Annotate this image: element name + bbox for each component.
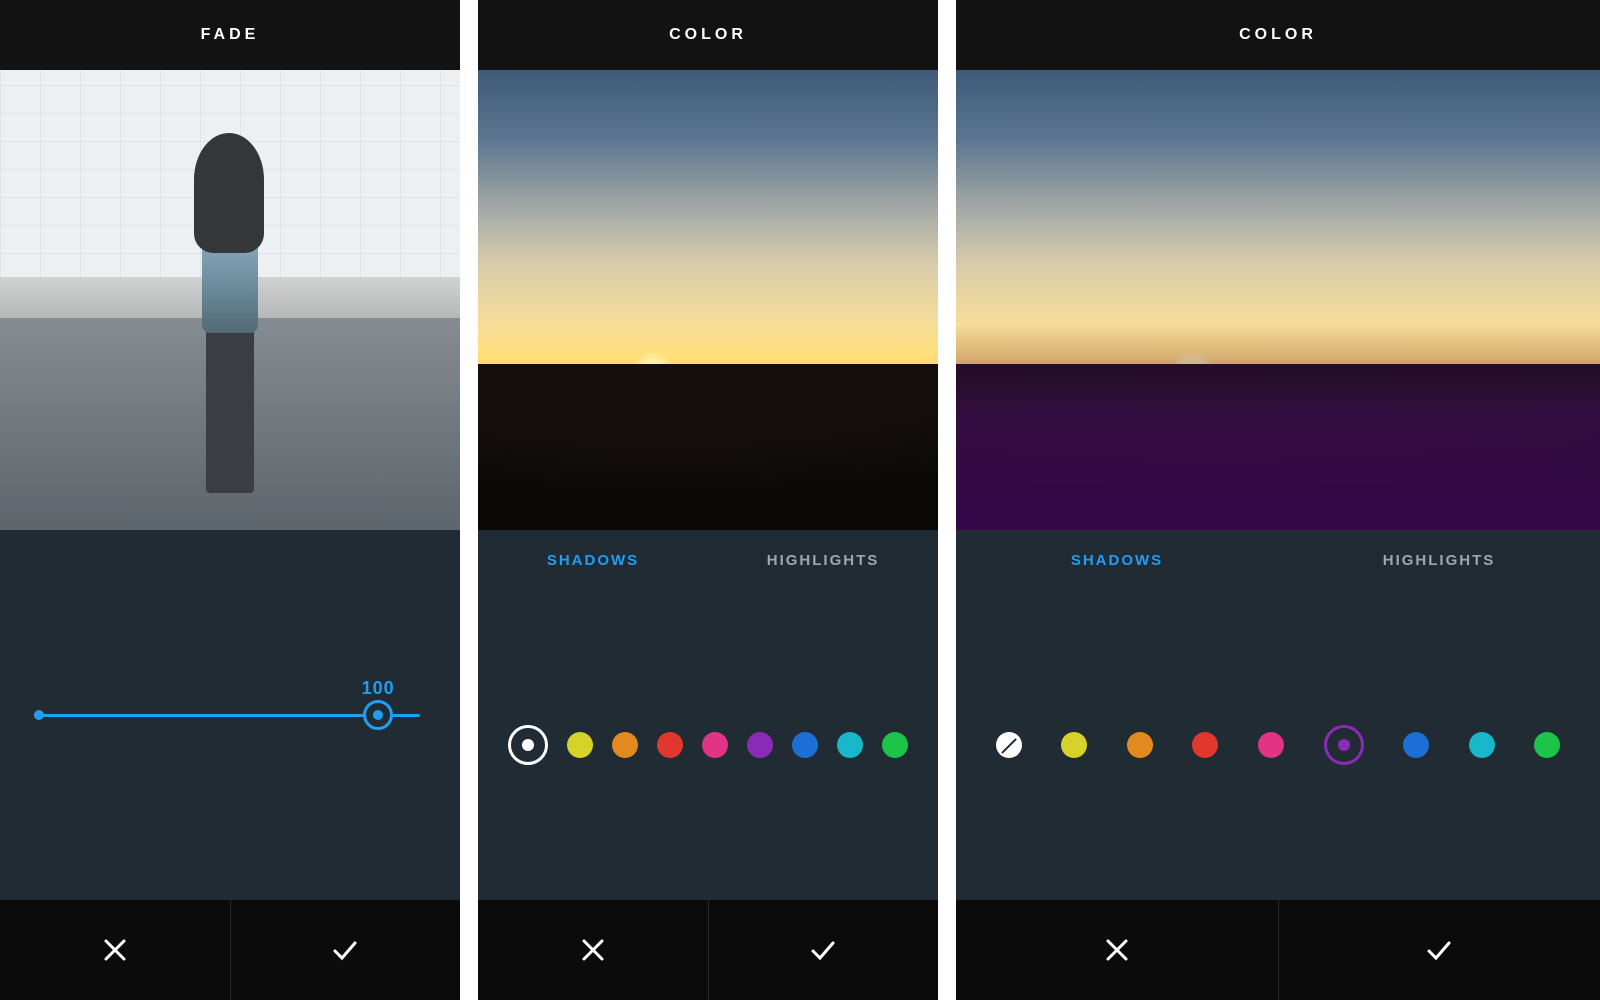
color-swatch-orange[interactable] xyxy=(1127,732,1153,758)
shadow-highlight-tabs: SHADOWS HIGHLIGHTS xyxy=(956,530,1600,590)
color-swatch-cyan[interactable] xyxy=(1469,732,1495,758)
close-icon xyxy=(1103,936,1131,964)
swatch-inner-dot-icon xyxy=(522,739,534,751)
header-title: COLOR xyxy=(956,0,1600,70)
color-swatches xyxy=(478,590,938,900)
color-swatch-cyan[interactable] xyxy=(837,732,863,758)
swatch-inner-dot-icon xyxy=(1338,739,1350,751)
photo-preview[interactable] xyxy=(0,70,460,530)
screen-color-purple: COLOR SHADOWS HIGHLIGHTS xyxy=(956,0,1600,1000)
color-controls: SHADOWS HIGHLIGHTS xyxy=(956,530,1600,900)
confirm-button[interactable] xyxy=(1279,900,1600,1000)
close-icon xyxy=(101,936,129,964)
hill-silhouette xyxy=(478,364,938,530)
confirm-button[interactable] xyxy=(231,900,461,1000)
color-swatch-yellow[interactable] xyxy=(567,732,593,758)
color-swatch-purple[interactable] xyxy=(747,732,773,758)
slider-origin-icon xyxy=(34,710,44,720)
cancel-button[interactable] xyxy=(0,900,230,1000)
color-swatch-none[interactable] xyxy=(996,732,1022,758)
person-figure xyxy=(184,133,274,493)
action-bar xyxy=(478,900,938,1000)
fade-controls: 100 xyxy=(0,530,460,900)
confirm-button[interactable] xyxy=(709,900,939,1000)
screen-fade: FADE 100 xyxy=(0,0,460,1000)
photo-preview[interactable] xyxy=(956,70,1600,530)
color-swatch-none[interactable] xyxy=(508,725,548,765)
action-bar xyxy=(0,900,460,1000)
slider-handle-dot-icon xyxy=(373,710,383,720)
action-bar xyxy=(956,900,1600,1000)
color-swatches xyxy=(956,590,1600,900)
color-swatch-orange[interactable] xyxy=(612,732,638,758)
color-swatch-red[interactable] xyxy=(657,732,683,758)
slider-handle[interactable] xyxy=(363,700,393,730)
screen-color-none: COLOR SHADOWS HIGHLIGHTS xyxy=(478,0,938,1000)
color-swatch-yellow[interactable] xyxy=(1061,732,1087,758)
check-icon xyxy=(331,936,359,964)
color-swatch-pink[interactable] xyxy=(702,732,728,758)
header-title: COLOR xyxy=(478,0,938,70)
tab-shadows[interactable]: SHADOWS xyxy=(478,552,708,569)
slider-value-label: 100 xyxy=(362,678,395,699)
shadow-highlight-tabs: SHADOWS HIGHLIGHTS xyxy=(478,530,938,590)
fade-slider[interactable]: 100 xyxy=(0,530,460,900)
color-swatch-blue[interactable] xyxy=(1403,732,1429,758)
check-icon xyxy=(809,936,837,964)
color-swatch-blue[interactable] xyxy=(792,732,818,758)
check-icon xyxy=(1425,936,1453,964)
color-controls: SHADOWS HIGHLIGHTS xyxy=(478,530,938,900)
tab-highlights[interactable]: HIGHLIGHTS xyxy=(1278,552,1600,569)
tab-shadows[interactable]: SHADOWS xyxy=(956,552,1278,569)
close-icon xyxy=(579,936,607,964)
cancel-button[interactable] xyxy=(478,900,708,1000)
color-swatch-green[interactable] xyxy=(1534,732,1560,758)
color-swatch-red[interactable] xyxy=(1192,732,1218,758)
cancel-button[interactable] xyxy=(956,900,1278,1000)
tab-highlights[interactable]: HIGHLIGHTS xyxy=(708,552,938,569)
hill-silhouette xyxy=(956,364,1600,530)
color-swatch-pink[interactable] xyxy=(1258,732,1284,758)
photo-preview[interactable] xyxy=(478,70,938,530)
header-title: FADE xyxy=(0,0,460,70)
color-swatch-green[interactable] xyxy=(882,732,908,758)
color-swatch-purple[interactable] xyxy=(1324,725,1364,765)
